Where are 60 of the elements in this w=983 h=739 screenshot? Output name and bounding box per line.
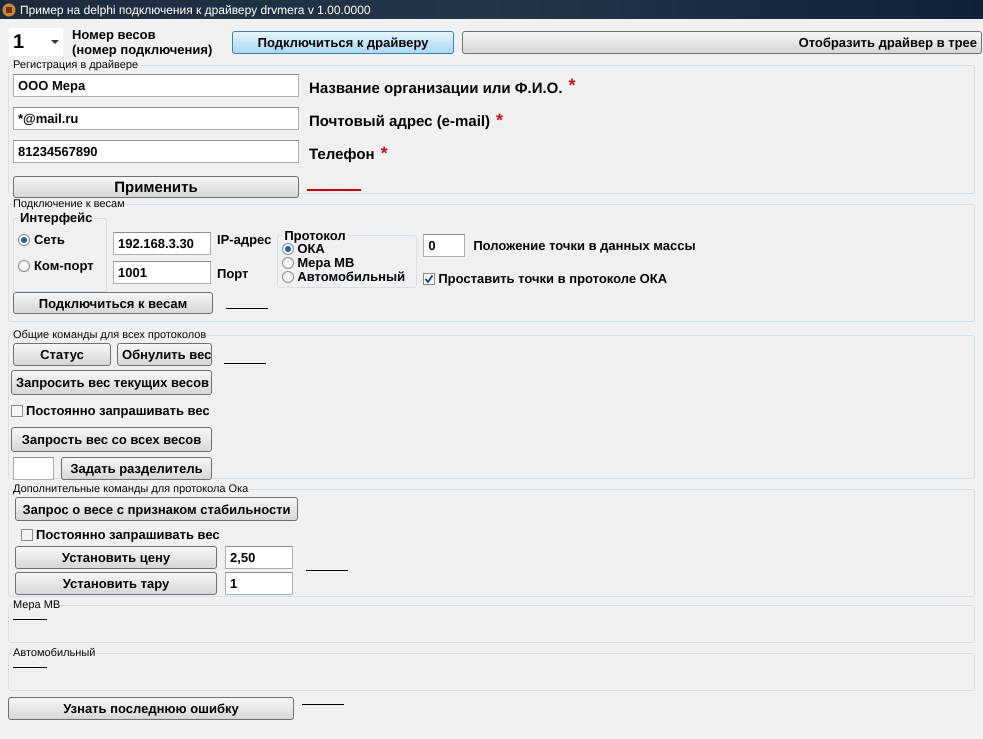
- radio-label: Автомобильный: [297, 270, 406, 284]
- required-mark: *: [568, 74, 576, 97]
- button[interactable]: Установить тару: [15, 572, 217, 594]
- group-title: Подключение к весам: [13, 198, 125, 210]
- checkbox-unchecked[interactable]: [21, 528, 33, 541]
- scale-number-dropdown[interactable]: 1: [8, 27, 64, 57]
- button[interactable]: Запросить вес текущих весов: [11, 370, 212, 395]
- button[interactable]: Установить цену: [15, 546, 217, 568]
- field-label: Почтовый адрес (e-mail): [309, 112, 490, 132]
- radio-unselected[interactable]: [18, 260, 30, 272]
- checkbox-label: Проставить точки в протоколе ОКА: [438, 270, 668, 288]
- radio-unselected[interactable]: [282, 270, 294, 282]
- field-label: Положение точки в данных массы: [473, 236, 696, 255]
- group-title: Общие команды для всех протоколов: [13, 329, 206, 341]
- group-title: Регистрация в драйвере: [13, 59, 138, 71]
- field-label: Телефон: [309, 145, 375, 166]
- button[interactable]: Применить: [13, 176, 299, 198]
- input-field[interactable]: 192.168.3.30: [113, 232, 211, 255]
- group-title: Дополнительные команды для протокола Ока: [13, 483, 248, 495]
- radio-selected[interactable]: [282, 242, 294, 254]
- input-field[interactable]: ООО Мера: [13, 74, 299, 97]
- button[interactable]: Запрос о весе с признаком стабильности: [15, 497, 298, 521]
- button[interactable]: Отобразить драйвер в трее: [462, 30, 982, 54]
- checkbox-label: Постоянно запрашивать вес: [26, 402, 210, 420]
- field-label: Порт: [217, 265, 250, 283]
- separator-field[interactable]: [13, 456, 54, 480]
- input-field[interactable]: 2,50: [225, 546, 293, 568]
- button[interactable]: Подключиться к драйверу: [232, 30, 454, 54]
- required-mark: *: [496, 109, 504, 132]
- app-icon: [2, 2, 16, 16]
- radio-label: Ком-порт: [34, 256, 94, 275]
- button[interactable]: Задать разделитель: [61, 456, 212, 480]
- radio-unselected[interactable]: [282, 256, 294, 268]
- group-title: Мера МВ: [13, 599, 60, 611]
- radio-label: Мера МВ: [297, 256, 354, 270]
- field-label: Название организации или Ф.И.О.: [309, 79, 562, 100]
- checkbox-checked[interactable]: [423, 272, 436, 284]
- checkbox-label: Постоянно запрашивать вес: [36, 526, 220, 544]
- button[interactable]: Запрость вес со всех весов: [11, 426, 212, 452]
- radio-label: Сеть: [34, 230, 65, 249]
- window-title: Пример на delphi подключения к драйверу drvmera v 1.00.0000: [20, 2, 371, 18]
- field-label: IP-адрес: [217, 232, 272, 249]
- radio-selected[interactable]: [18, 234, 30, 246]
- input-field[interactable]: 0: [423, 234, 466, 257]
- input-field[interactable]: *@mail.ru: [13, 107, 299, 130]
- scale-number-label: Номер весов (номер подключения): [72, 27, 214, 57]
- group-title: Протокол: [283, 230, 347, 242]
- button[interactable]: Узнать последнюю ошибку: [8, 697, 294, 720]
- radio-label: ОКА: [297, 242, 325, 256]
- button[interactable]: Статус: [13, 343, 111, 366]
- caret-icon: [51, 40, 59, 44]
- group-title: Автомобильный: [13, 647, 96, 659]
- input-field[interactable]: 81234567890: [13, 140, 299, 163]
- button[interactable]: Обнулить вес: [117, 343, 212, 366]
- checkbox-unchecked[interactable]: [11, 404, 23, 417]
- required-mark: *: [380, 142, 388, 165]
- button[interactable]: Подключиться к весам: [13, 292, 213, 314]
- group-title: Интерфейс: [19, 212, 94, 224]
- input-field[interactable]: 1001: [113, 261, 211, 284]
- input-field[interactable]: 1: [225, 572, 293, 594]
